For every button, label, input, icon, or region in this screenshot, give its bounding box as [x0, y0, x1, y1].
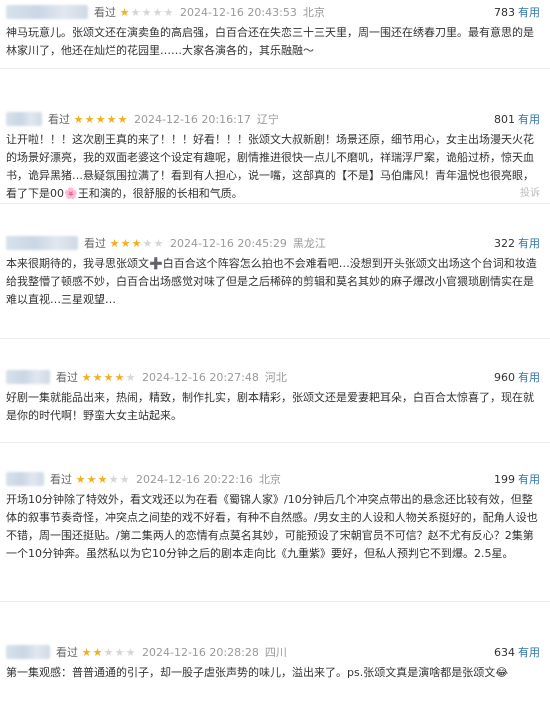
- review-header: 看过 ★ ★ ★ ★ ★ 2024-12-16 20:27:48 河北 960 有用: [6, 365, 540, 389]
- useful-vote[interactable]: 801 有用: [494, 111, 540, 127]
- star-filled-icon: ★: [114, 370, 125, 384]
- review-content: 本来很期待的，我寻思张颂文➕白百合这个阵容怎么拍也不会难看吧…没想到开头张颂文出…: [6, 257, 537, 306]
- review-location: 四川: [264, 646, 287, 659]
- star-filled-icon: ★: [95, 112, 106, 126]
- review-header: 看过 ★ ★ ★ ★ ★ 2024-12-16 20:16:17 辽宁 801 有用: [6, 107, 540, 131]
- star-filled-icon: ★: [73, 112, 84, 126]
- review-location: 北京: [302, 6, 325, 19]
- useful-vote[interactable]: 199 有用: [494, 471, 540, 487]
- watched-label: 看过: [48, 113, 70, 126]
- useful-count: 801: [494, 113, 515, 126]
- star-filled-icon: ★: [97, 472, 108, 486]
- useful-count: 322: [494, 237, 515, 250]
- star-empty-icon: ★: [108, 472, 119, 486]
- useful-count: 783: [494, 6, 515, 19]
- rating-stars: ★ ★ ★ ★ ★: [109, 238, 164, 249]
- rating-stars: ★ ★ ★ ★ ★: [81, 372, 136, 383]
- watched-label: 看过: [56, 646, 78, 659]
- review-date: 2024-12-16 20:45:29: [170, 236, 287, 250]
- avatar[interactable]: [6, 472, 44, 486]
- review-content: 让开啦！！！这次剧王真的来了！！！好看！！！张颂文大叔新剧！场景还原，细节用心，…: [6, 133, 534, 200]
- star-empty-icon: ★: [141, 5, 152, 19]
- review-item: 看过 ★ ★ ★ ★ ★ 2024-12-16 20:27:48 河北 960 有用 好剧…: [0, 339, 550, 443]
- star-filled-icon: ★: [131, 236, 142, 250]
- star-empty-icon: ★: [153, 236, 164, 250]
- star-filled-icon: ★: [120, 236, 131, 250]
- review-item: 看过 ★ ★ ★ ★ ★ 2024-12-16 20:45:29 黑龙江 322 有用 本…: [0, 204, 550, 339]
- review-date: 2024-12-16 20:16:17: [134, 112, 251, 126]
- star-filled-icon: ★: [81, 370, 92, 384]
- review-location: 北京: [258, 473, 281, 486]
- star-empty-icon: ★: [163, 5, 174, 19]
- star-filled-icon: ★: [75, 472, 86, 486]
- star-empty-icon: ★: [142, 236, 153, 250]
- useful-button[interactable]: 有用: [518, 473, 540, 486]
- avatar[interactable]: [6, 112, 42, 126]
- star-filled-icon: ★: [109, 236, 120, 250]
- star-empty-icon: ★: [130, 5, 141, 19]
- star-empty-icon: ★: [152, 5, 163, 19]
- useful-count: 960: [494, 371, 515, 384]
- review-item: 看过 ★ ★ ★ ★ ★ 2024-12-16 20:28:28 四川 634 有用 第一…: [0, 602, 550, 708]
- review-item: 看过 ★ ★ ★ ★ ★ 2024-12-16 20:43:53 北京 783 有用 神马…: [0, 0, 550, 69]
- review-content: 好剧一集就能品出来，热闹，精致，制作扎实，剧本精彩，张颂文还是爱妻耙耳朵，白百合…: [6, 391, 534, 422]
- star-empty-icon: ★: [114, 645, 125, 659]
- watched-label: 看过: [50, 473, 72, 486]
- star-empty-icon: ★: [103, 645, 114, 659]
- star-filled-icon: ★: [84, 112, 95, 126]
- star-empty-icon: ★: [125, 370, 136, 384]
- review-date: 2024-12-16 20:28:28: [142, 645, 259, 659]
- rating-stars: ★ ★ ★ ★ ★: [119, 7, 174, 18]
- review-item: 看过 ★ ★ ★ ★ ★ 2024-12-16 20:16:17 辽宁 801 有用 让开…: [0, 69, 550, 204]
- avatar[interactable]: [6, 370, 50, 384]
- avatar[interactable]: [6, 5, 88, 19]
- review-header: 看过 ★ ★ ★ ★ ★ 2024-12-16 20:22:16 北京 199 有用: [6, 467, 540, 491]
- useful-button[interactable]: 有用: [518, 113, 540, 126]
- rating-stars: ★ ★ ★ ★ ★: [81, 647, 136, 658]
- report-link[interactable]: 投诉: [520, 184, 540, 199]
- star-filled-icon: ★: [103, 370, 114, 384]
- review-item: 看过 ★ ★ ★ ★ ★ 2024-12-16 20:22:16 北京 199 有用 开场…: [0, 443, 550, 602]
- star-filled-icon: ★: [92, 645, 103, 659]
- useful-count: 634: [494, 646, 515, 659]
- star-filled-icon: ★: [117, 112, 128, 126]
- star-empty-icon: ★: [119, 472, 130, 486]
- useful-vote[interactable]: 783 有用: [494, 4, 540, 20]
- useful-button[interactable]: 有用: [518, 237, 540, 250]
- useful-vote[interactable]: 960 有用: [494, 369, 540, 385]
- rating-stars: ★ ★ ★ ★ ★: [73, 114, 128, 125]
- watched-label: 看过: [84, 237, 106, 250]
- review-header: 看过 ★ ★ ★ ★ ★ 2024-12-16 20:43:53 北京 783 有用: [6, 0, 540, 24]
- star-filled-icon: ★: [119, 5, 130, 19]
- star-filled-icon: ★: [81, 645, 92, 659]
- star-filled-icon: ★: [106, 112, 117, 126]
- review-location: 河北: [264, 371, 287, 384]
- useful-button[interactable]: 有用: [518, 646, 540, 659]
- star-filled-icon: ★: [92, 370, 103, 384]
- review-date: 2024-12-16 20:43:53: [180, 5, 297, 19]
- watched-label: 看过: [94, 6, 116, 19]
- review-date: 2024-12-16 20:22:16: [136, 472, 253, 486]
- useful-vote[interactable]: 634 有用: [494, 644, 540, 660]
- review-content: 第一集观感：普普通通的引子，却一股子虐张声势的味儿，溢出来了。ps.张颂文真是演…: [6, 666, 509, 679]
- useful-count: 199: [494, 473, 515, 486]
- review-date: 2024-12-16 20:27:48: [142, 370, 259, 384]
- review-header: 看过 ★ ★ ★ ★ ★ 2024-12-16 20:45:29 黑龙江 322 有用: [6, 231, 540, 255]
- useful-vote[interactable]: 322 有用: [494, 235, 540, 251]
- watched-label: 看过: [56, 371, 78, 384]
- review-content: 神马玩意儿。张颂文还在演卖鱼的高启强，白百合还在失恋三十三天里，周一围还在绣春刀…: [6, 26, 534, 57]
- review-header: 看过 ★ ★ ★ ★ ★ 2024-12-16 20:28:28 四川 634 有用: [6, 640, 540, 664]
- avatar[interactable]: [6, 236, 78, 250]
- avatar[interactable]: [6, 645, 50, 659]
- review-content: 开场10分钟除了特效外，看文戏还以为在看《蜀锦人家》/10分钟后几个冲突点带出的…: [6, 493, 538, 560]
- useful-button[interactable]: 有用: [518, 6, 540, 19]
- rating-stars: ★ ★ ★ ★ ★: [75, 474, 130, 485]
- review-list: 看过 ★ ★ ★ ★ ★ 2024-12-16 20:43:53 北京 783 有用 神马…: [0, 0, 550, 708]
- review-location: 黑龙江: [292, 237, 326, 250]
- star-filled-icon: ★: [86, 472, 97, 486]
- useful-button[interactable]: 有用: [518, 371, 540, 384]
- star-empty-icon: ★: [125, 645, 136, 659]
- review-location: 辽宁: [256, 113, 279, 126]
